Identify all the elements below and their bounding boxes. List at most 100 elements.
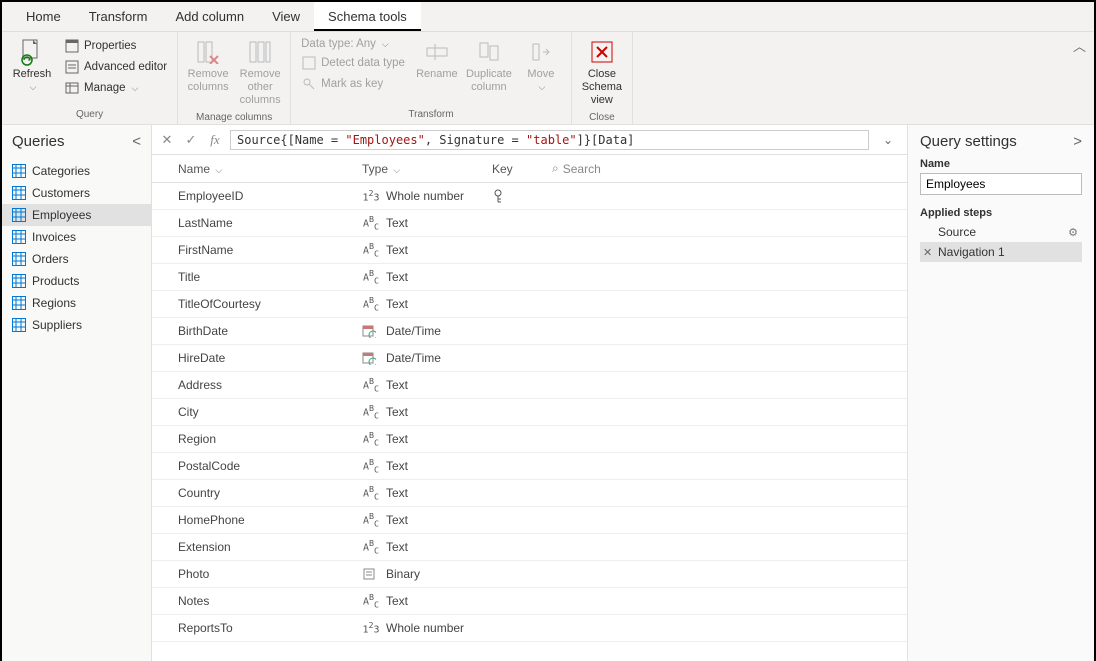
ribbon-group-manage-columns: Remove columns Remove other columns Mana… (178, 32, 291, 124)
schema-row[interactable]: PostalCodeABCText (152, 453, 907, 480)
text-type-icon: ABC (362, 457, 380, 474)
cancel-formula-button[interactable]: ✕ (158, 132, 176, 148)
schema-row[interactable]: RegionABCText (152, 426, 907, 453)
field-name: FirstName (162, 243, 362, 257)
query-item-orders[interactable]: Orders (2, 248, 151, 270)
field-type: Text (386, 243, 408, 257)
tab-transform[interactable]: Transform (75, 2, 162, 31)
duplicate-icon (475, 38, 503, 66)
delete-step-icon[interactable]: ✕ (923, 246, 932, 259)
refresh-button[interactable]: Refresh (8, 36, 56, 96)
field-name: LastName (162, 216, 362, 230)
applied-steps-label: Applied steps (920, 207, 1082, 219)
field-type: Date/Time (386, 324, 441, 338)
expand-formula-button[interactable]: ⌄ (875, 133, 901, 147)
advanced-editor-button[interactable]: Advanced editor (60, 57, 171, 77)
query-item-customers[interactable]: Customers (2, 182, 151, 204)
schema-row[interactable]: AddressABCText (152, 372, 907, 399)
schema-row[interactable]: LastNameABCText (152, 210, 907, 237)
rename-icon (423, 38, 451, 66)
remove-other-columns-icon (246, 38, 274, 66)
detect-data-type-button[interactable]: Detect data type (297, 53, 409, 73)
collapse-queries-button[interactable]: < (132, 133, 141, 150)
chevron-down-icon (380, 38, 389, 50)
advanced-editor-icon (64, 59, 80, 75)
applied-step[interactable]: Source⚙ (920, 222, 1082, 242)
text-type-icon: ABC (362, 403, 380, 420)
rename-button[interactable]: Rename (413, 36, 461, 83)
field-name: TitleOfCourtesy (162, 297, 362, 311)
close-schema-view-button[interactable]: Close Schema view (578, 36, 626, 110)
grid-header: Name Type Key ⌕ Search (152, 155, 907, 183)
schema-row[interactable]: CityABC Text (152, 399, 907, 426)
column-header-key[interactable]: Key (492, 162, 513, 176)
grid-body[interactable]: EmployeeID123Whole numberLastNameABCText… (152, 183, 907, 661)
commit-formula-button[interactable]: ✓ (182, 132, 200, 148)
applied-step[interactable]: ✕Navigation 1 (920, 242, 1082, 262)
text-type-icon: ABC (362, 268, 380, 285)
column-header-type[interactable]: Type (362, 162, 388, 176)
ribbon-group-label: Manage columns (184, 110, 284, 127)
field-type: Text (386, 297, 408, 311)
field-name: City (162, 405, 362, 419)
schema-row[interactable]: TitleOfCourtesyABCText (152, 291, 907, 318)
chevron-down-icon (28, 81, 37, 94)
field-type: Text (386, 270, 408, 284)
move-button[interactable]: Move (517, 36, 565, 96)
search-box[interactable]: ⌕ Search (552, 161, 601, 176)
schema-row[interactable]: BirthDate Date/Time (152, 318, 907, 345)
manage-button[interactable]: Manage (60, 78, 171, 98)
query-item-products[interactable]: Products (2, 270, 151, 292)
query-name-input[interactable] (920, 173, 1082, 195)
duplicate-column-button[interactable]: Duplicate column (465, 36, 513, 96)
sort-icon[interactable] (391, 162, 400, 176)
field-name: PostalCode (162, 459, 362, 473)
text-type-icon: ABC (362, 511, 380, 528)
ribbon-tabs: HomeTransformAdd columnViewSchema tools (2, 2, 1094, 32)
query-item-invoices[interactable]: Invoices (2, 226, 151, 248)
move-icon (527, 38, 555, 66)
formula-input[interactable]: Source{[Name = "Employees", Signature = … (230, 130, 869, 150)
sort-icon[interactable] (213, 162, 222, 176)
schema-row[interactable]: NotesABCText (152, 588, 907, 615)
schema-row[interactable]: HireDateDate/Time (152, 345, 907, 372)
tab-view[interactable]: View (258, 2, 314, 31)
fx-button[interactable]: fx (206, 132, 224, 148)
tab-home[interactable]: Home (12, 2, 75, 31)
remove-other-columns-button[interactable]: Remove other columns (236, 36, 284, 110)
schema-row[interactable]: EmployeeID123Whole number (152, 183, 907, 210)
schema-row[interactable]: HomePhoneABCText (152, 507, 907, 534)
field-name: BirthDate (162, 324, 362, 338)
data-type-button[interactable]: Data type: Any (297, 36, 409, 52)
schema-row[interactable]: CountryABCText (152, 480, 907, 507)
table-icon (12, 296, 26, 310)
query-item-employees[interactable]: Employees (2, 204, 151, 226)
query-item-categories[interactable]: Categories (2, 160, 151, 182)
table-icon (12, 164, 26, 178)
properties-icon (64, 38, 80, 54)
schema-row[interactable]: ReportsTo123Whole number (152, 615, 907, 642)
gear-icon[interactable]: ⚙ (1068, 226, 1078, 239)
ribbon-group-transform: Data type: Any Detect data type Mark as … (291, 32, 572, 124)
collapse-settings-button[interactable]: > (1073, 133, 1082, 150)
collapse-ribbon-button[interactable]: ︿ (1073, 36, 1086, 55)
field-type: Text (386, 432, 408, 446)
schema-row[interactable]: FirstNameABCText (152, 237, 907, 264)
mark-as-key-button[interactable]: Mark as key (297, 74, 409, 94)
ribbon-group-label: Query (8, 107, 171, 124)
tab-schema-tools[interactable]: Schema tools (314, 2, 421, 31)
column-header-name[interactable]: Name (178, 162, 210, 176)
properties-button[interactable]: Properties (60, 36, 171, 56)
tab-add-column[interactable]: Add column (161, 2, 258, 31)
remove-columns-button[interactable]: Remove columns (184, 36, 232, 96)
schema-row[interactable]: TitleABC Text (152, 264, 907, 291)
close-icon (588, 38, 616, 66)
detect-icon (301, 55, 317, 71)
schema-row[interactable]: PhotoBinary (152, 561, 907, 588)
schema-row[interactable]: ExtensionABCText (152, 534, 907, 561)
query-item-suppliers[interactable]: Suppliers (2, 314, 151, 336)
field-type: Text (386, 405, 408, 419)
field-name: Title (162, 270, 362, 284)
query-item-regions[interactable]: Regions (2, 292, 151, 314)
chevron-down-icon (536, 81, 545, 94)
